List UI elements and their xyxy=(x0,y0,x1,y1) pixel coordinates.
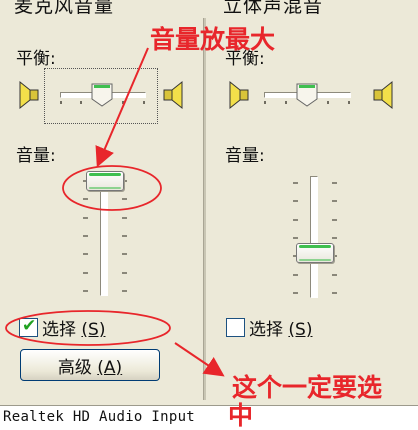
volume-tick xyxy=(293,182,298,184)
right-speaker-icon xyxy=(373,80,393,110)
volume-tick xyxy=(332,218,337,221)
stereo-volume-slider-thumb[interactable] xyxy=(296,242,334,263)
stereo-balance-tick xyxy=(285,101,287,104)
volume-tick xyxy=(332,237,337,239)
volume-tick xyxy=(122,271,127,274)
stereo-column-title: 立体声混音 xyxy=(223,0,324,17)
stereo-select-label[interactable]: 选择 (S) xyxy=(249,315,312,340)
volume-tick xyxy=(83,290,88,292)
volume-tick xyxy=(293,273,298,276)
advanced-button-label: 高级 xyxy=(57,357,92,378)
volume-tick xyxy=(83,271,88,274)
volume-tick xyxy=(122,198,127,201)
mic-volume-label: 音量: xyxy=(16,146,56,166)
mic-volume-slider-thumb[interactable] xyxy=(86,171,124,191)
stereo-select-checkbox[interactable]: ✔ xyxy=(226,318,245,337)
stereo-volume-track[interactable] xyxy=(310,176,318,298)
mic-balance-tick xyxy=(122,101,124,104)
volume-tick xyxy=(122,216,127,219)
volume-tick xyxy=(122,290,127,292)
volume-control-window: 麦克风音量 平衡: 音量: ✔ 选择 (S) 高级 (A) 立体声混音 平衡: … xyxy=(0,0,418,430)
mic-balance-label: 平衡: xyxy=(16,49,56,69)
volume-tick xyxy=(83,253,88,256)
volume-tick xyxy=(293,200,298,203)
advanced-button[interactable]: 高级 (A) xyxy=(20,349,160,381)
mic-balance-tick xyxy=(143,101,145,104)
volume-tick xyxy=(83,235,88,237)
stereo-mix-column: 立体声混音 平衡: 音量: ✔ 选择 (S) xyxy=(209,0,418,405)
volume-tick xyxy=(332,182,337,184)
mic-balance-slider-thumb[interactable] xyxy=(90,82,114,108)
stereo-balance-tick xyxy=(348,101,350,104)
mic-column-title: 麦克风音量 xyxy=(14,0,115,17)
volume-tick xyxy=(122,235,127,237)
volume-tick xyxy=(293,292,298,294)
stereo-select-shortcut: (S) xyxy=(288,320,313,340)
volume-max-note: 音量放最大 xyxy=(150,25,276,54)
device-name: Realtek HD Audio Input xyxy=(3,409,196,425)
stereo-select-text: 选择 xyxy=(249,320,283,340)
mic-balance-tick xyxy=(80,101,82,104)
mic-select-text: 选择 xyxy=(42,320,76,340)
left-speaker-icon xyxy=(19,80,39,110)
advanced-button-shortcut: (A) xyxy=(97,357,123,378)
stereo-balance-slider-thumb[interactable] xyxy=(295,82,319,108)
volume-tick xyxy=(83,216,88,219)
must-select-note-continuation: 中 xyxy=(228,401,254,430)
volume-tick xyxy=(332,273,337,276)
mic-volume-track[interactable] xyxy=(100,176,108,296)
mic-select-checkbox[interactable]: ✔ xyxy=(19,316,38,337)
mic-balance-tick xyxy=(60,101,62,104)
volume-tick xyxy=(293,218,298,221)
volume-tick xyxy=(122,253,127,256)
must-select-note: 这个一定要选 xyxy=(232,373,383,402)
mic-select-shortcut: (S) xyxy=(81,320,106,340)
volume-tick xyxy=(83,198,88,201)
stereo-volume-label: 音量: xyxy=(225,146,265,166)
stereo-balance-tick xyxy=(327,101,329,104)
stereo-balance-tick xyxy=(264,101,266,104)
mic-select-label[interactable]: 选择 (S) xyxy=(42,315,105,340)
left-speaker-icon xyxy=(229,80,249,110)
volume-tick xyxy=(332,292,337,294)
mic-volume-column: 麦克风音量 平衡: 音量: ✔ 选择 (S) 高级 (A) xyxy=(0,0,200,405)
right-speaker-icon xyxy=(163,80,183,110)
volume-tick xyxy=(293,237,298,239)
column-divider xyxy=(203,18,206,400)
status-bar: Realtek HD Audio Input xyxy=(0,405,418,430)
checkmark-icon: ✔ xyxy=(22,316,37,336)
volume-tick xyxy=(332,200,337,203)
